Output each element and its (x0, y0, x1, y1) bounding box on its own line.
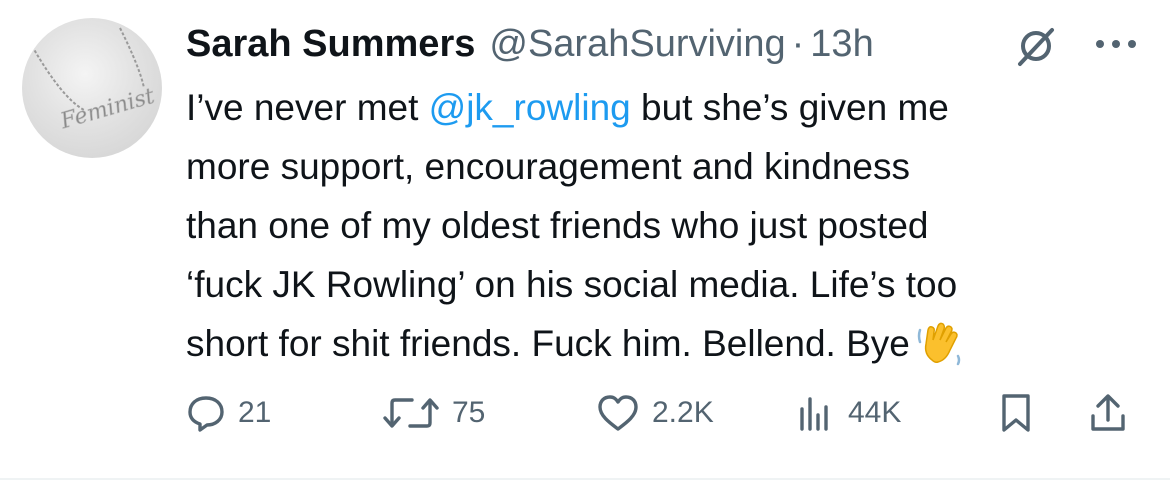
repost-count: 75 (452, 396, 486, 429)
views-icon (800, 397, 828, 431)
reply-count: 21 (238, 396, 272, 429)
waving-hand-emoji (917, 322, 961, 366)
reply-button[interactable]: 21 (186, 388, 271, 438)
share-button[interactable] (1088, 388, 1140, 438)
grok-icon[interactable] (1014, 24, 1058, 68)
view-count: 44K (848, 396, 902, 429)
separator-dot: · (791, 22, 805, 65)
bookmark-button[interactable] (998, 388, 1046, 438)
author-handle[interactable]: @SarahSurviving (489, 23, 785, 66)
tweet-line: ‘fuck JK Rowling’ on his social media. L… (186, 264, 958, 305)
avatar[interactable]: Feminist (22, 18, 162, 158)
like-button[interactable]: 2.2K (596, 388, 714, 438)
share-icon (1091, 394, 1125, 431)
necklace-text: Feminist (57, 84, 158, 135)
like-icon (598, 395, 638, 431)
repost-icon (383, 398, 439, 428)
bookmark-icon (1002, 394, 1030, 432)
like-count: 2.2K (652, 396, 714, 429)
tweet-line: short for shit friends. Fuck him. Bellen… (186, 323, 910, 364)
tweet-divider (0, 478, 1170, 480)
views-button[interactable]: 44K (796, 388, 901, 438)
tweet-header: Sarah Summers @SarahSurviving · 13h (186, 20, 874, 68)
tweet-line: but she’s given me (630, 87, 949, 128)
necklace-image: Feminist (31, 27, 158, 135)
tweet-line: more support, encouragement and kindness (186, 146, 910, 187)
tweet-line: I’ve never met (186, 87, 429, 128)
timestamp[interactable]: 13h (810, 23, 873, 66)
more-icon[interactable] (1092, 34, 1140, 54)
tweet[interactable]: Feminist Sarah Summers @SarahSurviving ·… (0, 0, 1170, 478)
repost-button[interactable]: 75 (382, 388, 485, 438)
mention-link[interactable]: @jk_rowling (429, 87, 631, 128)
author-name[interactable]: Sarah Summers (186, 23, 475, 66)
tweet-line: than one of my oldest friends who just p… (186, 205, 929, 246)
reply-icon (188, 396, 224, 432)
tweet-text: I’ve never met @jk_rowling but she’s giv… (186, 78, 1146, 373)
action-bar: 21 75 2.2K 44K (186, 388, 1146, 438)
